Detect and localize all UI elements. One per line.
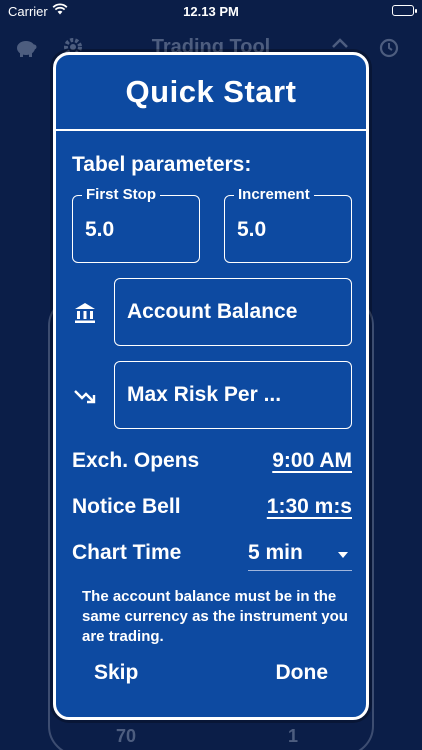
increment-value: 5.0 xyxy=(237,218,267,241)
notice-bell-label: Notice Bell xyxy=(72,495,181,518)
increment-field[interactable]: Increment 5.0 xyxy=(224,186,352,263)
account-balance-placeholder: Account Balance xyxy=(127,300,298,323)
exchange-opens-time[interactable]: 9:00 AM xyxy=(272,449,352,473)
notice-bell-time[interactable]: 1:30 m:s xyxy=(267,495,352,519)
chart-time-select[interactable]: 5 min xyxy=(248,541,352,571)
quick-start-dialog: Quick Start Tabel parameters: First Stop… xyxy=(53,52,369,720)
dialog-header: Quick Start xyxy=(56,55,366,131)
first-stop-value: 5.0 xyxy=(85,218,115,241)
dialog-title: Quick Start xyxy=(125,74,297,109)
account-balance-field[interactable]: Account Balance xyxy=(114,278,352,346)
dropdown-arrow-icon xyxy=(338,552,348,558)
battery-icon xyxy=(392,5,417,16)
first-stop-field[interactable]: First Stop 5.0 xyxy=(72,186,200,263)
trending-down-icon xyxy=(72,383,98,409)
max-risk-placeholder: Max Risk Per ... xyxy=(127,383,282,406)
first-stop-label: First Stop xyxy=(82,186,160,203)
max-risk-field[interactable]: Max Risk Per ... xyxy=(114,361,352,429)
background-number-left: 70 xyxy=(116,726,137,746)
table-parameters-label: Tabel parameters: xyxy=(72,153,252,176)
chart-time-label: Chart Time xyxy=(72,541,182,564)
status-time: 12.13 PM xyxy=(183,4,239,19)
status-bar: Carrier 12.13 PM xyxy=(0,0,422,24)
alarm-clock-icon xyxy=(378,36,400,63)
exchange-opens-row: Exch. Opens 9:00 AM xyxy=(72,449,352,479)
skip-button[interactable]: Skip xyxy=(94,661,138,685)
exchange-opens-label: Exch. Opens xyxy=(72,449,200,472)
chart-time-row: Chart Time 5 min xyxy=(72,541,352,571)
chart-time-value: 5 min xyxy=(248,541,303,564)
bank-icon xyxy=(72,300,98,326)
currency-note: The account balance must be in the same … xyxy=(82,588,348,645)
increment-label: Increment xyxy=(234,186,314,203)
done-button[interactable]: Done xyxy=(276,661,329,685)
notice-bell-row: Notice Bell 1:30 m:s xyxy=(72,495,352,525)
background-number-right: 1 xyxy=(288,726,299,746)
